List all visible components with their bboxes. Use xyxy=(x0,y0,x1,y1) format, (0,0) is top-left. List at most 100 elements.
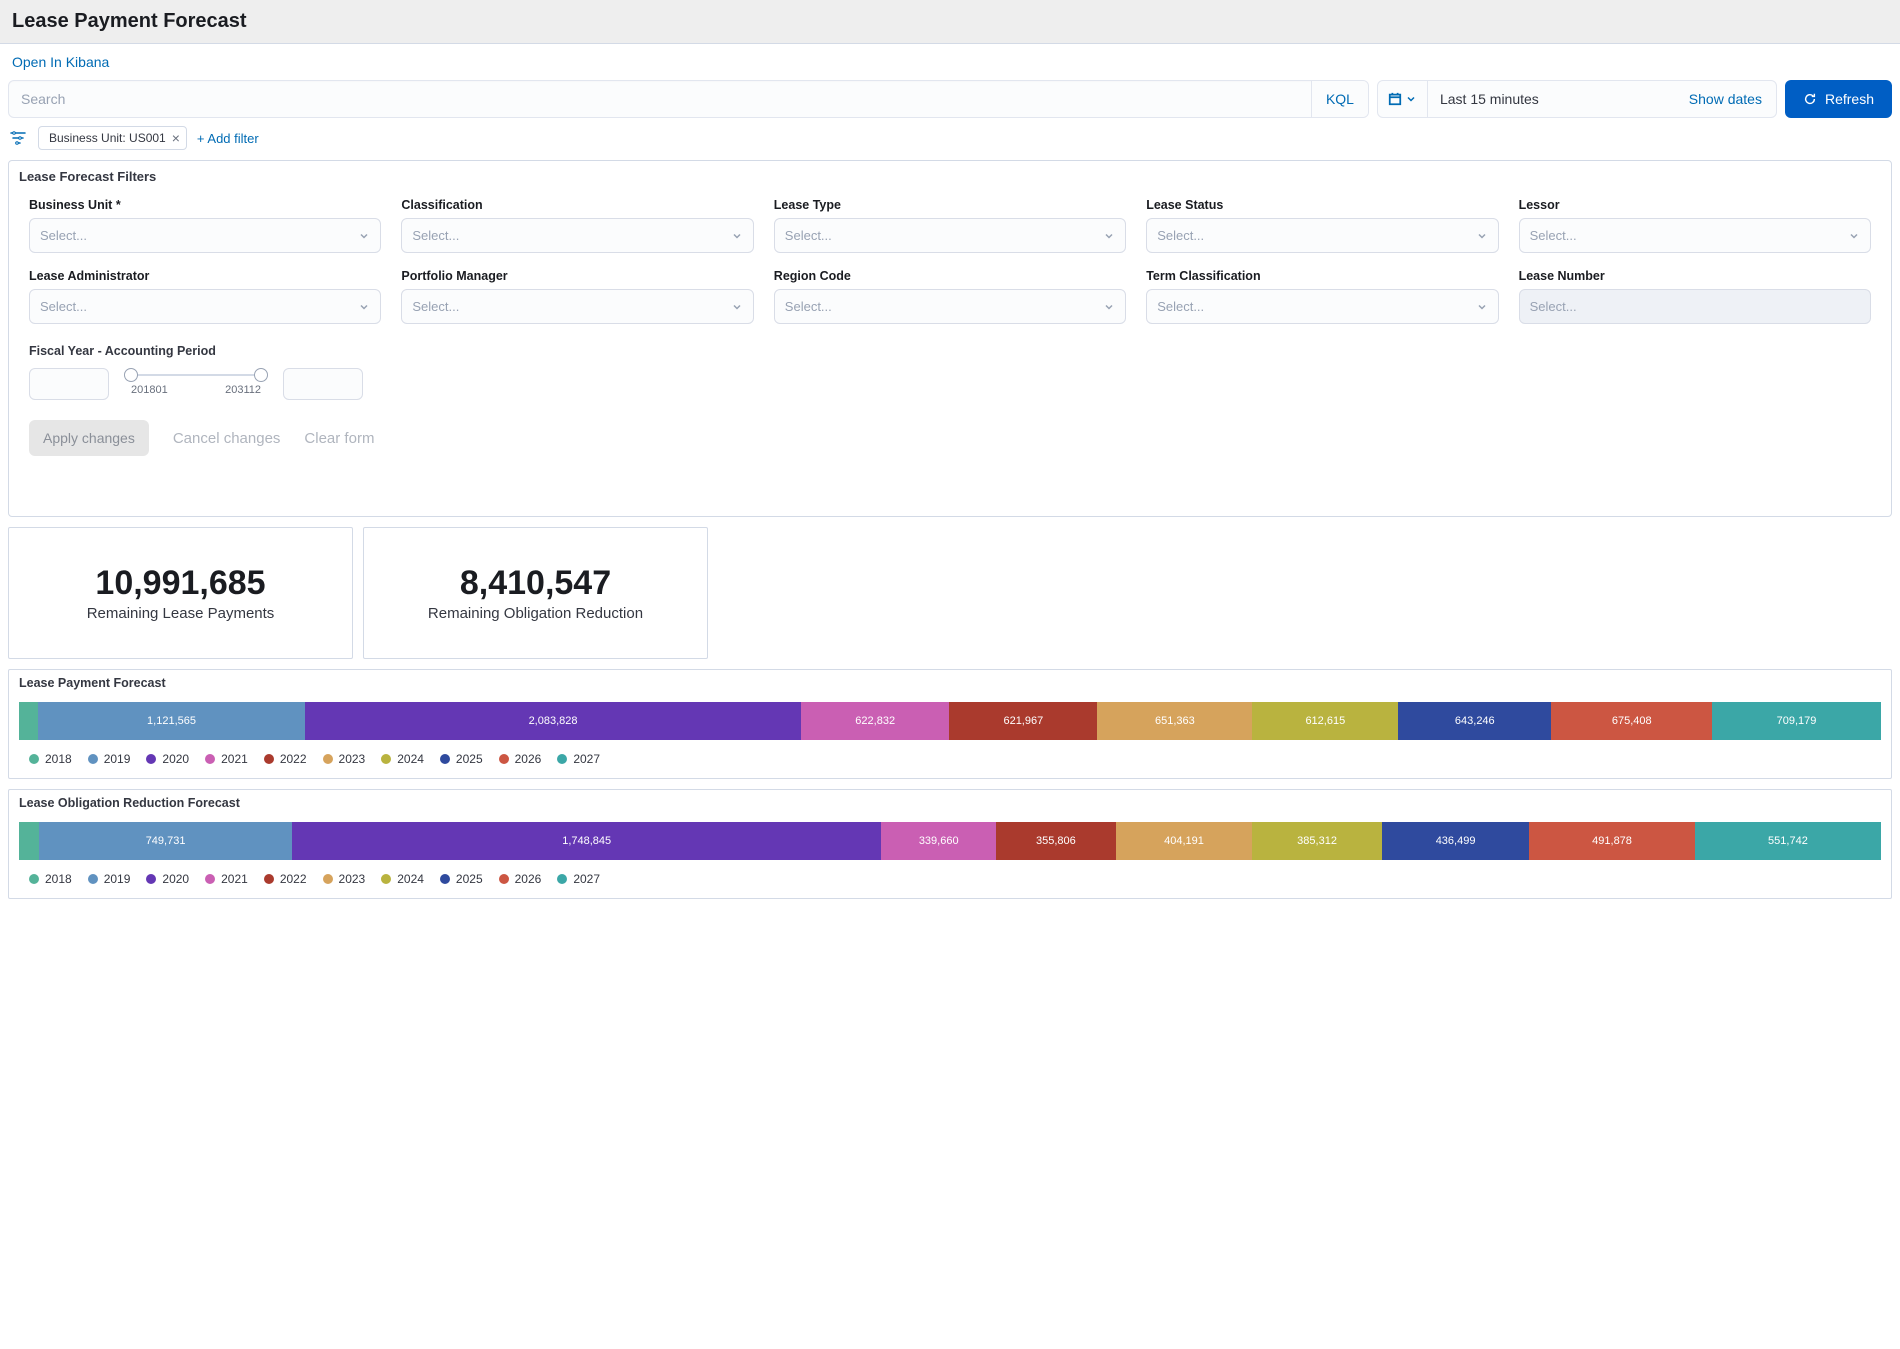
clear-form-button[interactable]: Clear form xyxy=(304,430,374,447)
legend-swatch xyxy=(205,754,215,764)
classification-select[interactable]: Select... xyxy=(401,218,753,253)
metric-value: 10,991,685 xyxy=(19,564,342,603)
legend-item-2024[interactable]: 2024 xyxy=(381,752,424,766)
metric-label: Remaining Lease Payments xyxy=(19,605,342,622)
bar-segment-2025[interactable]: 436,499 xyxy=(1382,822,1529,860)
bar-segment-2020[interactable]: 1,748,845 xyxy=(292,822,882,860)
legend-item-2025[interactable]: 2025 xyxy=(440,872,483,886)
bar-segment-2019[interactable]: 749,731 xyxy=(39,822,292,860)
legend-label: 2025 xyxy=(456,752,483,766)
bar-segment-2018[interactable] xyxy=(19,822,39,860)
open-in-kibana-link[interactable]: Open In Kibana xyxy=(12,54,109,70)
add-filter-button[interactable]: + Add filter xyxy=(197,131,259,146)
select-placeholder: Select... xyxy=(1157,299,1204,314)
legend-item-2020[interactable]: 2020 xyxy=(146,872,189,886)
close-icon[interactable]: × xyxy=(172,130,180,146)
field-label-term_classification: Term Classification xyxy=(1146,269,1498,283)
filter-options-icon[interactable] xyxy=(8,128,28,148)
legend-swatch xyxy=(323,874,333,884)
legend-item-2025[interactable]: 2025 xyxy=(440,752,483,766)
search-input[interactable] xyxy=(9,81,1311,117)
bar-segment-2027[interactable]: 551,742 xyxy=(1695,822,1881,860)
bar-segment-2026[interactable]: 675,408 xyxy=(1551,702,1712,740)
legend-item-2021[interactable]: 2021 xyxy=(205,872,248,886)
slider-handle-min[interactable] xyxy=(124,368,138,382)
legend-item-2019[interactable]: 2019 xyxy=(88,752,131,766)
region_code-select[interactable]: Select... xyxy=(774,289,1126,324)
lease_admin-select[interactable]: Select... xyxy=(29,289,381,324)
search-box[interactable]: KQL xyxy=(8,80,1369,118)
legend-label: 2020 xyxy=(162,752,189,766)
fiscal-max-input[interactable] xyxy=(283,368,363,400)
field-label-lessor: Lessor xyxy=(1519,198,1871,212)
legend-item-2026[interactable]: 2026 xyxy=(499,872,542,886)
select-placeholder: Select... xyxy=(40,228,87,243)
legend-swatch xyxy=(29,874,39,884)
page-title: Lease Payment Forecast xyxy=(12,10,1888,33)
field-label-lease_admin: Lease Administrator xyxy=(29,269,381,283)
legend-swatch xyxy=(88,874,98,884)
apply-changes-button[interactable]: Apply changes xyxy=(29,420,149,456)
field-label-classification: Classification xyxy=(401,198,753,212)
legend-item-2024[interactable]: 2024 xyxy=(381,872,424,886)
kql-toggle[interactable]: KQL xyxy=(1311,81,1368,117)
legend: 2018 2019 2020 2021 2022 2023 2024 2025 2026 2027 xyxy=(19,752,1881,766)
bar-segment-2019[interactable]: 1,121,565 xyxy=(38,702,305,740)
refresh-button[interactable]: Refresh xyxy=(1785,80,1892,118)
legend-item-2023[interactable]: 2023 xyxy=(323,872,366,886)
cancel-changes-button[interactable]: Cancel changes xyxy=(173,430,281,447)
slider-handle-max[interactable] xyxy=(254,368,268,382)
calendar-icon[interactable] xyxy=(1378,81,1428,117)
bar-segment-2024[interactable]: 385,312 xyxy=(1252,822,1382,860)
filter-pill-business-unit[interactable]: Business Unit: US001 × xyxy=(38,126,187,150)
legend-item-2020[interactable]: 2020 xyxy=(146,752,189,766)
bar-segment-2026[interactable]: 491,878 xyxy=(1529,822,1695,860)
lessor-select[interactable]: Select... xyxy=(1519,218,1871,253)
fiscal-slider[interactable]: 201801 203112 xyxy=(131,368,261,400)
legend-item-2023[interactable]: 2023 xyxy=(323,752,366,766)
lease_type-select[interactable]: Select... xyxy=(774,218,1126,253)
legend-item-2026[interactable]: 2026 xyxy=(499,752,542,766)
select-placeholder: Select... xyxy=(1157,228,1204,243)
show-dates-link[interactable]: Show dates xyxy=(1675,81,1776,117)
bar-segment-2027[interactable]: 709,179 xyxy=(1712,702,1881,740)
bar-segment-2024[interactable]: 612,615 xyxy=(1252,702,1398,740)
bar-segment-2025[interactable]: 643,246 xyxy=(1398,702,1551,740)
legend-label: 2024 xyxy=(397,872,424,886)
legend-item-2027[interactable]: 2027 xyxy=(557,752,600,766)
legend-item-2021[interactable]: 2021 xyxy=(205,752,248,766)
bar-segment-2021[interactable]: 339,660 xyxy=(881,822,995,860)
legend-label: 2021 xyxy=(221,752,248,766)
legend-item-2019[interactable]: 2019 xyxy=(88,872,131,886)
bar-segment-2022[interactable]: 355,806 xyxy=(996,822,1116,860)
metric-label: Remaining Obligation Reduction xyxy=(374,605,697,622)
legend-label: 2026 xyxy=(515,752,542,766)
bar-segment-2021[interactable]: 622,832 xyxy=(801,702,949,740)
lease_status-select[interactable]: Select... xyxy=(1146,218,1498,253)
slider-max-label: 203112 xyxy=(225,384,261,396)
date-picker[interactable]: Last 15 minutes Show dates xyxy=(1377,80,1777,118)
business_unit-select[interactable]: Select... xyxy=(29,218,381,253)
legend-item-2027[interactable]: 2027 xyxy=(557,872,600,886)
legend-label: 2020 xyxy=(162,872,189,886)
bar-segment-2022[interactable]: 621,967 xyxy=(949,702,1097,740)
portfolio_manager-select[interactable]: Select... xyxy=(401,289,753,324)
chevron-down-icon xyxy=(1103,230,1115,242)
fiscal-min-input[interactable] xyxy=(29,368,109,400)
bar-segment-2020[interactable]: 2,083,828 xyxy=(305,702,801,740)
legend-item-2022[interactable]: 2022 xyxy=(264,872,307,886)
bar-segment-2023[interactable]: 404,191 xyxy=(1116,822,1252,860)
legend-label: 2023 xyxy=(339,752,366,766)
legend-label: 2018 xyxy=(45,752,72,766)
chevron-down-icon xyxy=(1476,301,1488,313)
bar-segment-2018[interactable] xyxy=(19,702,38,740)
term_classification-select[interactable]: Select... xyxy=(1146,289,1498,324)
legend-item-2022[interactable]: 2022 xyxy=(264,752,307,766)
legend-item-2018[interactable]: 2018 xyxy=(29,752,72,766)
legend-item-2018[interactable]: 2018 xyxy=(29,872,72,886)
bar-segment-2023[interactable]: 651,363 xyxy=(1097,702,1252,740)
stacked-bar: 1,121,5652,083,828622,832621,967651,3636… xyxy=(19,702,1881,740)
legend-swatch xyxy=(499,874,509,884)
field-label-business_unit: Business Unit * xyxy=(29,198,381,212)
lease-forecast-filters-panel: Lease Forecast Filters Business Unit * S… xyxy=(8,160,1892,517)
